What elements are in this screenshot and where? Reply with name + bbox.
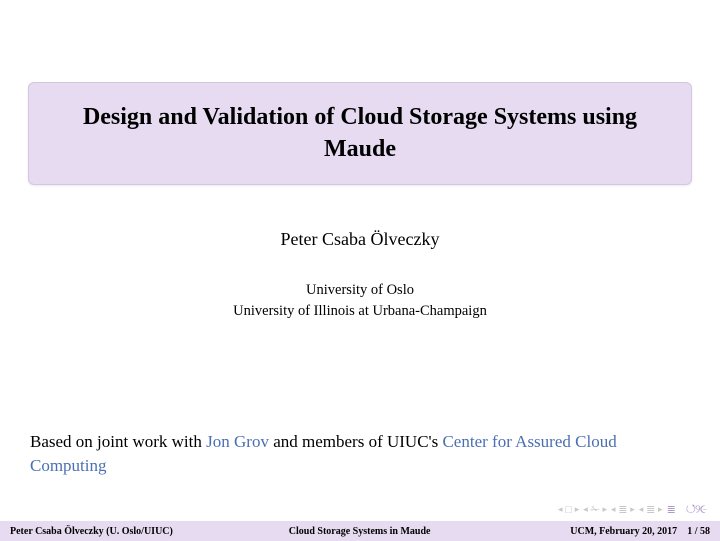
footer-author: Peter Csaba Ölveczky (U. Oslo/UIUC) [0,526,240,537]
nav-slide-icon[interactable]: ◂ □ ▸ [558,504,579,516]
credit-line: Based on joint work with Jon Grov and me… [30,430,690,479]
footer-bar: Peter Csaba Ölveczky (U. Oslo/UIUC) Clou… [0,521,720,541]
footer-right: UCM, February 20, 2017 1 / 58 [480,526,720,537]
page-sep: / [692,526,700,537]
nav-presentation-icon[interactable]: ≣ [667,503,676,516]
affiliation-line-2: University of Illinois at Urbana-Champai… [0,301,720,322]
nav-back-forward-icon[interactable]: ↺୨૯ [686,502,706,517]
footer-short-title: Cloud Storage Systems in Maude [240,526,480,537]
slide-title: Design and Validation of Cloud Storage S… [49,101,671,166]
credit-mid: and members of UIUC's [269,432,443,451]
beamer-nav-symbols: ◂ □ ▸ ◂ ✁ ▸ ◂ ≣ ▸ ◂ ≣ ▸ ≣ ↺୨૯ [558,502,706,517]
credit-link-jon-grov[interactable]: Jon Grov [206,432,269,451]
page-total: 58 [700,526,710,537]
nav-subsection-icon[interactable]: ◂ ≣ ▸ [611,503,635,516]
nav-section-icon[interactable]: ◂ ≣ ▸ [639,503,663,516]
footer-date: UCM, February 20, 2017 [570,526,677,537]
author-name: Peter Csaba Ölveczky [0,229,720,250]
title-box: Design and Validation of Cloud Storage S… [28,82,692,185]
nav-frame-icon[interactable]: ◂ ✁ ▸ [583,503,607,516]
affiliation-block: University of Oslo University of Illinoi… [0,280,720,322]
credit-prefix: Based on joint work with [30,432,206,451]
affiliation-line-1: University of Oslo [0,280,720,301]
